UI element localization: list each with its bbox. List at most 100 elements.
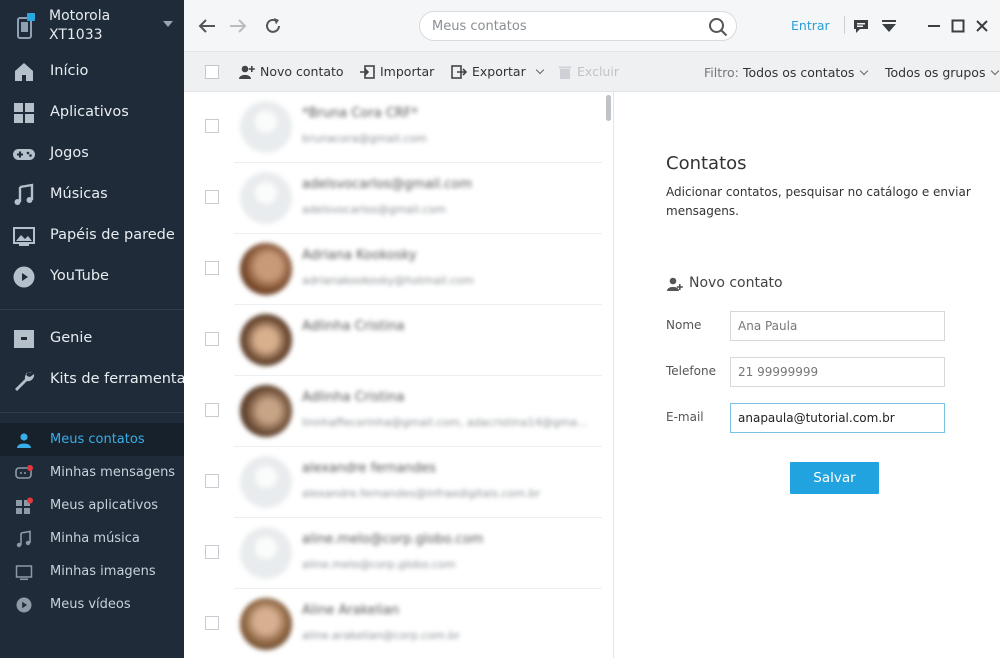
- phone-label: Telefone: [666, 364, 716, 378]
- contact-email: adrianakookosky@hotmail.com: [302, 274, 474, 287]
- contact-checkbox[interactable]: [205, 474, 219, 488]
- contact-panel: Contatos Adicionar contatos, pesquisar n…: [614, 92, 1000, 658]
- home-icon: [15, 63, 33, 81]
- avatar: [240, 314, 292, 366]
- nav-item-youtube[interactable]: YouTube: [0, 257, 184, 298]
- forward-arrow-icon[interactable]: [227, 15, 249, 37]
- message-icon: [15, 465, 33, 479]
- sub-item-minhas-imagens[interactable]: Minhas imagens: [0, 555, 184, 588]
- contact-checkbox[interactable]: [205, 261, 219, 275]
- contact-row[interactable]: Adlinha Cristina: [184, 305, 613, 376]
- add-person-icon: [667, 277, 683, 291]
- sub-item-meus-aplicativos[interactable]: Meus aplicativos: [0, 489, 184, 522]
- contact-checkbox[interactable]: [205, 545, 219, 559]
- contact-name: Aline Arakelian: [302, 603, 400, 618]
- chevron-down-icon: [535, 65, 545, 75]
- select-all-checkbox[interactable]: [205, 65, 219, 79]
- sidebar: Motorola XT1033 Início Aplicativos Jogos…: [0, 0, 193, 658]
- delete-label: Excluir: [577, 64, 619, 79]
- close-icon[interactable]: [973, 17, 991, 35]
- contact-email: adelsvocarlos@gmail.com: [302, 203, 446, 216]
- apps-icon: [14, 103, 34, 123]
- nav-label: Início: [50, 63, 89, 79]
- avatar: [240, 527, 292, 579]
- name-field[interactable]: [730, 311, 945, 341]
- sub-item-minha-musica[interactable]: Minha música: [0, 522, 184, 555]
- contact-row[interactable]: alexandre fernandes alexandre.fernandes@…: [184, 447, 613, 518]
- contact-name: Adlinha Cristina: [302, 319, 405, 334]
- avatar: [240, 101, 292, 153]
- nav-label: Kits de ferramentas: [50, 371, 194, 387]
- contact-checkbox[interactable]: [205, 332, 219, 346]
- contact-checkbox[interactable]: [205, 403, 219, 417]
- nav-label: Genie: [50, 330, 93, 346]
- nav-item-jogos[interactable]: Jogos: [0, 134, 184, 175]
- panel-title: Contatos: [666, 153, 747, 174]
- contact-checkbox[interactable]: [205, 119, 219, 133]
- back-arrow-icon[interactable]: [196, 15, 218, 37]
- search-icon[interactable]: [708, 17, 728, 37]
- contact-name: *Bruna Cora CRF*: [302, 106, 418, 121]
- nav-item-kits-de-ferramentas[interactable]: Kits de ferramentas: [0, 360, 193, 401]
- phone-icon: [17, 13, 35, 39]
- sub-nav-label: Minha música: [50, 531, 140, 546]
- sub-nav-label: Minhas mensagens: [50, 465, 176, 480]
- scrollbar-thumb[interactable]: [606, 95, 611, 121]
- contact-checkbox[interactable]: [205, 616, 219, 630]
- refresh-icon[interactable]: [262, 15, 284, 37]
- feedback-icon[interactable]: [852, 17, 870, 35]
- top-bar: Entrar: [184, 0, 1000, 52]
- sub-item-meus-videos[interactable]: Meus vídeos: [0, 588, 184, 621]
- export-icon: [451, 65, 467, 79]
- minimize-icon[interactable]: [925, 17, 943, 35]
- nav-item-musicas[interactable]: Músicas: [0, 175, 184, 216]
- divider: [844, 16, 845, 34]
- nav-label: Papéis de parede: [50, 227, 175, 243]
- nav-label: Jogos: [50, 145, 89, 161]
- chevron-down-icon[interactable]: [163, 21, 173, 27]
- gamepad-icon: [13, 149, 35, 160]
- nav-label: Músicas: [50, 186, 108, 202]
- filter-contacts-value: Todos os contatos: [743, 65, 855, 80]
- contact-list: *Bruna Cora CRF* brunacora@gmail.com ade…: [184, 92, 614, 658]
- email-field[interactable]: [730, 403, 945, 433]
- play-icon: [16, 597, 32, 613]
- filter-groups-dropdown[interactable]: Todos os grupos: [885, 65, 1000, 80]
- contact-row[interactable]: adelsvocarlos@gmail.com adelsvocarlos@gm…: [184, 163, 613, 234]
- filter-groups-value: Todos os grupos: [885, 65, 986, 80]
- sub-item-meus-contatos[interactable]: Meus contatos: [0, 423, 184, 456]
- chevron-down-icon: [991, 66, 1000, 76]
- contact-checkbox[interactable]: [205, 190, 219, 204]
- nav-item-aplicativos[interactable]: Aplicativos: [0, 93, 184, 134]
- contact-email: brunacora@gmail.com: [302, 132, 427, 145]
- wrench-icon: [15, 371, 35, 391]
- avatar: [240, 385, 292, 437]
- login-link[interactable]: Entrar: [791, 18, 830, 33]
- contact-email: aline.melo@corp.globo.com: [302, 558, 456, 571]
- contact-row[interactable]: Adriana Kookosky adrianakookosky@hotmail…: [184, 234, 613, 305]
- search-input[interactable]: [432, 17, 692, 35]
- sub-item-minhas-mensagens[interactable]: Minhas mensagens: [0, 456, 184, 489]
- import-icon: [360, 65, 375, 79]
- maximize-icon[interactable]: [949, 17, 967, 35]
- phone-field[interactable]: [730, 357, 945, 387]
- contact-name: alexandre fernandes: [302, 461, 436, 476]
- contact-row[interactable]: aline.melo@corp.globo.com aline.melo@cor…: [184, 518, 613, 589]
- search-box[interactable]: [419, 11, 737, 41]
- youtube-icon: [13, 266, 35, 288]
- device-selector[interactable]: Motorola XT1033: [0, 0, 184, 52]
- contact-row[interactable]: Adlinha Cristina linnhaffecorinha@gmail.…: [184, 376, 613, 447]
- nav-label: YouTube: [50, 268, 109, 284]
- menu-dropdown-icon[interactable]: [880, 17, 898, 35]
- nav-item-inicio[interactable]: Início: [0, 52, 184, 93]
- avatar: [240, 456, 292, 508]
- nav-item-genie[interactable]: Genie: [0, 319, 184, 360]
- contact-row[interactable]: *Bruna Cora CRF* brunacora@gmail.com: [184, 92, 613, 163]
- filter-contacts-dropdown[interactable]: Todos os contatos: [743, 65, 869, 80]
- nav-item-papeis-de-parede[interactable]: Papéis de parede: [0, 216, 184, 257]
- panel-description: Adicionar contatos, pesquisar no catálog…: [666, 185, 971, 218]
- sub-nav-label: Meus vídeos: [50, 597, 131, 612]
- save-button[interactable]: Salvar: [790, 462, 879, 494]
- contact-email: aline.arakelian@corp.com.br: [302, 629, 460, 642]
- contact-row[interactable]: Aline Arakelian aline.arakelian@corp.com…: [184, 589, 613, 658]
